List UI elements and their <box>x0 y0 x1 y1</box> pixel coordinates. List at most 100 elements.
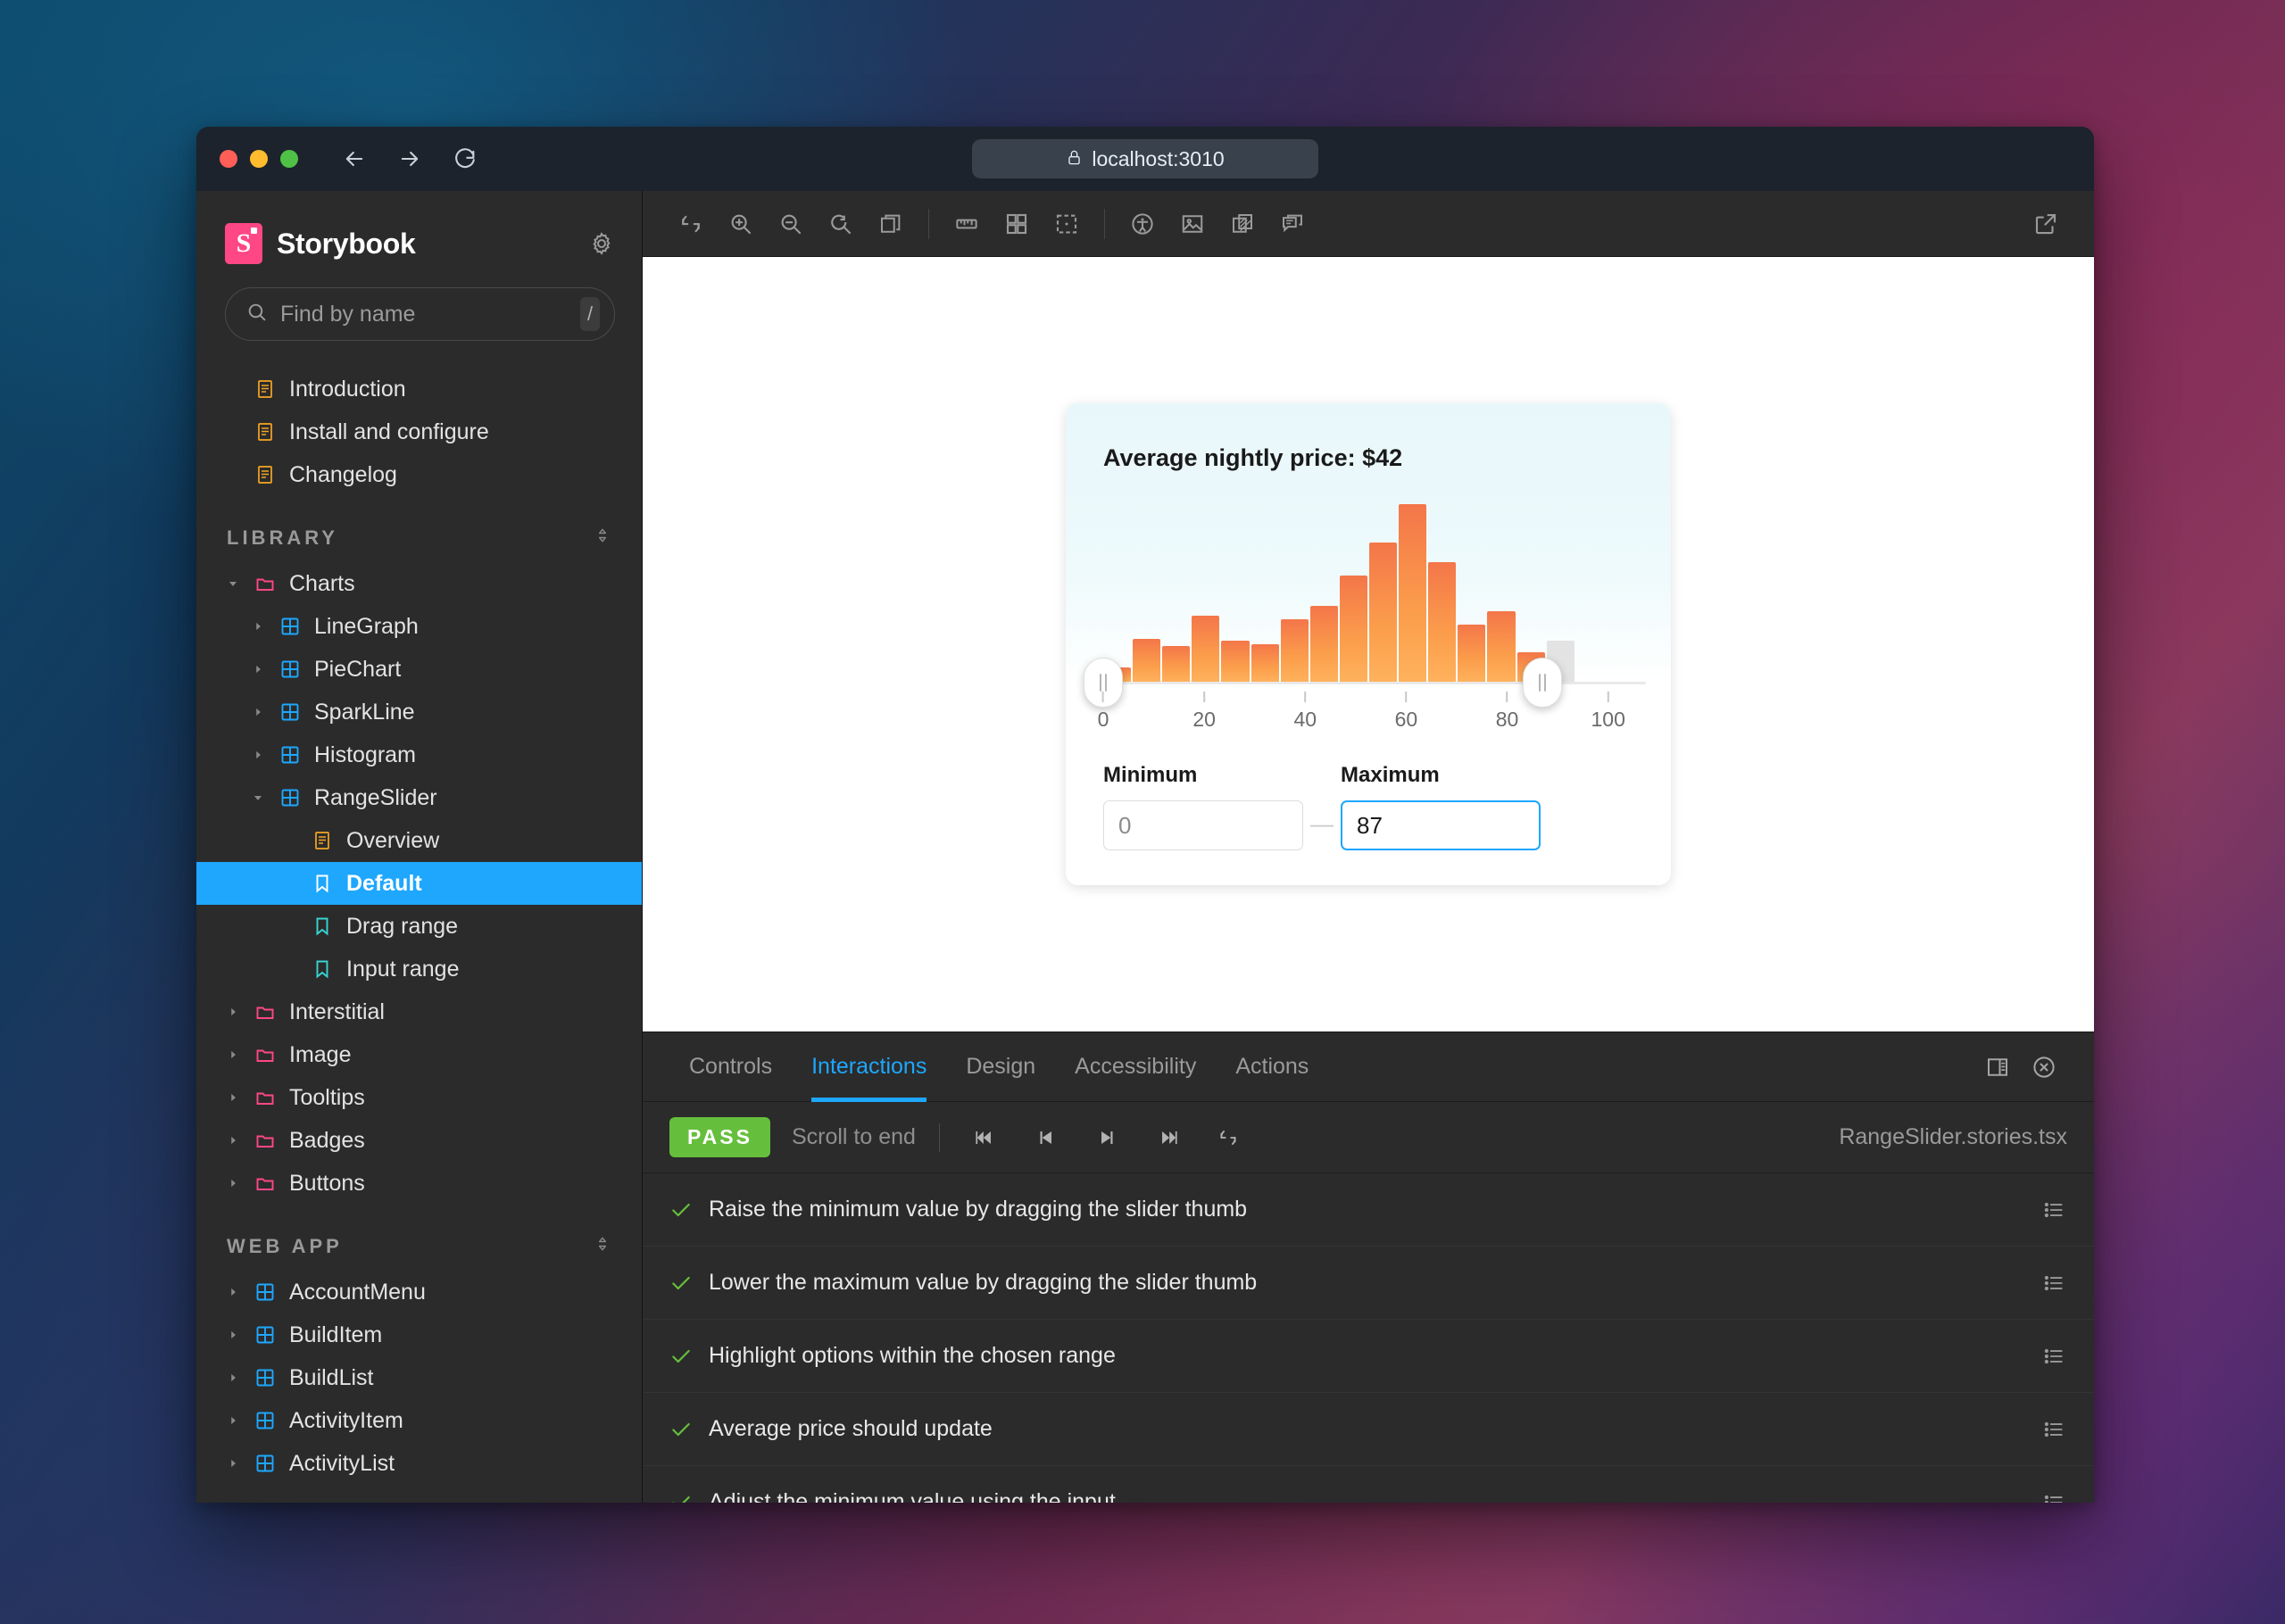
sidebar-item-overview[interactable]: Overview <box>196 819 642 862</box>
sort-icon[interactable] <box>594 1235 611 1258</box>
grid-icon[interactable] <box>992 201 1042 247</box>
list-detail-icon[interactable] <box>2040 1272 2067 1295</box>
sort-icon[interactable] <box>594 526 611 550</box>
back-icon[interactable] <box>341 145 368 172</box>
step-back-button[interactable] <box>1024 1115 1068 1160</box>
chevron-right-icon[interactable] <box>225 1006 241 1018</box>
sidebar-item-image[interactable]: Image <box>196 1033 642 1076</box>
chevron-right-icon[interactable] <box>225 1414 241 1427</box>
sidebar-item-buildlist[interactable]: BuildList <box>196 1356 642 1399</box>
sidebar-item-linegraph[interactable]: LineGraph <box>196 605 642 648</box>
tab-accessibility[interactable]: Accessibility <box>1055 1032 1216 1102</box>
minimum-input[interactable] <box>1103 800 1303 850</box>
comment-icon[interactable] <box>1267 201 1317 247</box>
storybook-logo[interactable]: S Storybook <box>225 223 588 264</box>
chevron-right-icon[interactable] <box>225 1134 241 1147</box>
chevron-right-icon[interactable] <box>225 1177 241 1189</box>
accessibility-icon[interactable] <box>1118 201 1167 247</box>
interaction-row[interactable]: Adjust the minimum value using the input <box>643 1466 2094 1503</box>
panel-layout-icon[interactable] <box>1974 1044 2021 1090</box>
forward-icon[interactable] <box>396 145 423 172</box>
rerun-button[interactable] <box>1206 1115 1251 1160</box>
chevron-right-icon[interactable] <box>250 663 266 675</box>
sidebar-item-label: Input range <box>346 957 460 982</box>
interaction-row[interactable]: Lower the maximum value by dragging the … <box>643 1247 2094 1320</box>
go-to-start-button[interactable] <box>963 1115 1008 1160</box>
sidebar-section-library[interactable]: LIBRARY <box>196 496 642 562</box>
chevron-right-icon[interactable] <box>250 706 266 718</box>
sidebar-item-changelog[interactable]: Changelog <box>196 453 642 496</box>
sidebar-item-interstitial[interactable]: Interstitial <box>196 990 642 1033</box>
image-icon[interactable] <box>1167 201 1217 247</box>
tab-controls[interactable]: Controls <box>669 1032 792 1102</box>
search-box[interactable]: / <box>225 287 615 341</box>
interaction-label: Adjust the minimum value using the input <box>709 1489 2024 1503</box>
sidebar-item-activitylist[interactable]: ActivityList <box>196 1442 642 1485</box>
chevron-right-icon[interactable] <box>250 620 266 633</box>
reload-icon[interactable] <box>452 145 478 172</box>
measure-icon[interactable] <box>942 201 992 247</box>
chevron-down-icon[interactable] <box>250 791 266 804</box>
sidebar-item-tooltips[interactable]: Tooltips <box>196 1076 642 1119</box>
chevron-right-icon[interactable] <box>225 1457 241 1470</box>
maximum-input[interactable] <box>1341 800 1541 850</box>
interaction-row[interactable]: Highlight options within the chosen rang… <box>643 1320 2094 1393</box>
sidebar-item-accountmenu[interactable]: AccountMenu <box>196 1271 642 1313</box>
chevron-right-icon[interactable] <box>225 1091 241 1104</box>
chevron-down-icon[interactable] <box>225 577 241 590</box>
chevron-right-icon[interactable] <box>225 1371 241 1384</box>
sidebar-item-charts[interactable]: Charts <box>196 562 642 605</box>
diff-icon[interactable] <box>1217 201 1267 247</box>
sidebar-item-input-range[interactable]: Input range <box>196 948 642 990</box>
chevron-right-icon[interactable] <box>225 1286 241 1298</box>
go-to-end-button[interactable] <box>1145 1115 1190 1160</box>
average-price-title: Average nightly price: $42 <box>1103 444 1633 472</box>
chevron-right-icon[interactable] <box>250 749 266 761</box>
list-detail-icon[interactable] <box>2040 1418 2067 1441</box>
close-window-button[interactable] <box>220 150 237 168</box>
zoom-reset-icon[interactable] <box>816 201 866 247</box>
interaction-row[interactable]: Raise the minimum value by dragging the … <box>643 1173 2094 1247</box>
sidebar-item-default[interactable]: Default <box>196 862 642 905</box>
sidebar-section-web-app[interactable]: WEB APP <box>196 1205 642 1271</box>
outline-icon[interactable] <box>1042 201 1092 247</box>
zoom-out-icon[interactable] <box>766 201 816 247</box>
list-detail-icon[interactable] <box>2040 1491 2067 1504</box>
sidebar-item-histogram[interactable]: Histogram <box>196 733 642 776</box>
chevron-right-icon[interactable] <box>225 1329 241 1341</box>
sidebar-item-builditem[interactable]: BuildItem <box>196 1313 642 1356</box>
tab-design[interactable]: Design <box>946 1032 1055 1102</box>
background-icon[interactable] <box>866 201 916 247</box>
sidebar-item-badges[interactable]: Badges <box>196 1119 642 1162</box>
tab-interactions[interactable]: Interactions <box>792 1032 946 1102</box>
gear-icon[interactable] <box>588 230 615 257</box>
remount-icon[interactable] <box>666 201 716 247</box>
sidebar-item-sparkline[interactable]: SparkLine <box>196 691 642 733</box>
sidebar-item-label: Tooltips <box>289 1085 365 1111</box>
sidebar-item-install-and-configure[interactable]: Install and configure <box>196 410 642 453</box>
sidebar-header: S Storybook <box>196 191 642 264</box>
step-forward-button[interactable] <box>1084 1115 1129 1160</box>
zoom-in-icon[interactable] <box>716 201 766 247</box>
interaction-row[interactable]: Average price should update <box>643 1393 2094 1466</box>
tick-label: 60 <box>1395 708 1418 732</box>
chevron-right-icon[interactable] <box>225 1048 241 1061</box>
tab-actions[interactable]: Actions <box>1216 1032 1328 1102</box>
sidebar-item-piechart[interactable]: PieChart <box>196 648 642 691</box>
maximize-window-button[interactable] <box>280 150 298 168</box>
close-circle-icon[interactable] <box>2021 1044 2067 1090</box>
scroll-to-end-button[interactable]: Scroll to end <box>792 1124 916 1150</box>
sidebar-item-rangeslider[interactable]: RangeSlider <box>196 776 642 819</box>
sidebar-item-activityitem[interactable]: ActivityItem <box>196 1399 642 1442</box>
address-bar[interactable]: localhost:3010 <box>972 139 1318 178</box>
open-in-new-icon[interactable] <box>2021 201 2071 247</box>
minimize-window-button[interactable] <box>250 150 268 168</box>
list-detail-icon[interactable] <box>2040 1345 2067 1368</box>
sidebar-item-drag-range[interactable]: Drag range <box>196 905 642 948</box>
search-input[interactable] <box>280 302 568 327</box>
document-icon <box>253 378 277 400</box>
list-detail-icon[interactable] <box>2040 1198 2067 1222</box>
slider-track[interactable] <box>1091 682 1646 684</box>
sidebar-item-buttons[interactable]: Buttons <box>196 1162 642 1205</box>
sidebar-item-introduction[interactable]: Introduction <box>196 368 642 410</box>
